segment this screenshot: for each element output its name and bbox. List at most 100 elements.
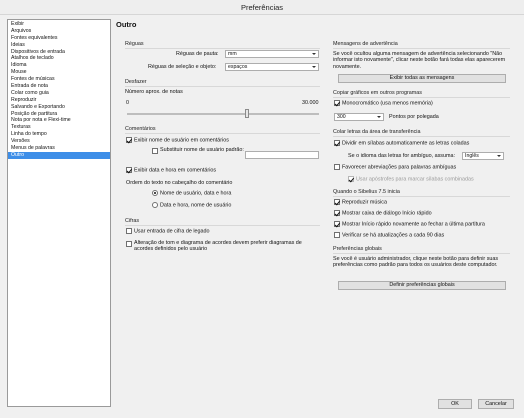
sidebar-item[interactable]: Salvando e Exportando [8, 104, 110, 111]
rulers-group-label: Réguas [125, 41, 144, 47]
slider-thumb[interactable] [245, 109, 250, 118]
sidebar-item[interactable]: Atalhos de teclado [8, 55, 110, 62]
undo-slider[interactable] [127, 109, 319, 119]
sidebar-item[interactable]: Linha do tempo [8, 131, 110, 138]
replace-user-name-option[interactable]: Substituir nome de usuário padrão: [152, 147, 252, 154]
ambiguous-language-select[interactable]: Inglês [462, 152, 504, 160]
sidebar-item[interactable]: Entrada de nota [8, 83, 110, 90]
show-user-name-checkbox[interactable] [126, 137, 132, 143]
sidebar-item[interactable]: Outro [8, 151, 110, 159]
order-radio-1[interactable] [152, 190, 158, 196]
check-updates-option[interactable]: Verificar se há atualizações a cada 90 d… [334, 232, 444, 238]
show-date-time-checkbox[interactable] [126, 167, 132, 173]
favor-abbreviations-label: Favorecer abreviações para palavras ambí… [342, 164, 457, 171]
divider [125, 86, 320, 87]
staff-ruler-select[interactable]: mm [225, 50, 319, 58]
sidebar-item[interactable]: Colar como guia [8, 90, 110, 97]
prefer-user-chords-checkbox[interactable] [126, 241, 132, 247]
sidebar-item[interactable]: Texturas [8, 124, 110, 131]
favor-abbreviations-checkbox[interactable] [334, 164, 340, 170]
play-music-option[interactable]: Reproduzir música [334, 199, 387, 205]
preferences-sidebar[interactable]: Exibir Arquivos Fontes equivalentes Ideias D… [7, 19, 111, 407]
legacy-chord-checkbox[interactable] [126, 228, 132, 234]
show-after-close-option[interactable]: Mostrar Início rápido novamente ao fecha… [334, 221, 485, 227]
order-radio-2[interactable] [152, 202, 158, 208]
chevron-down-icon [377, 116, 381, 118]
apostrophes-label: Usar apóstrofes para marcar sílabas comb… [356, 176, 474, 183]
legacy-chord-option[interactable]: Usar entrada de cifra de legado [126, 228, 210, 234]
cancel-button[interactable]: Cancelar [478, 399, 514, 409]
show-quickstart-checkbox[interactable] [334, 210, 340, 216]
show-quickstart-label: Mostrar caixa de diálogo Início rápido [342, 210, 432, 217]
split-syllables-label: Dividir em sílabas automaticamente as le… [342, 140, 470, 147]
divider [333, 136, 510, 137]
sidebar-item[interactable]: Fontes de músicas [8, 76, 110, 83]
play-music-label: Reproduzir música [342, 199, 387, 206]
page-title: Outro [116, 20, 137, 29]
sidebar-item[interactable]: Dispositivos de entrada [8, 49, 110, 56]
show-after-close-checkbox[interactable] [334, 221, 340, 227]
graphics-group-label: Copiar gráficos em outros programas [333, 90, 422, 96]
divider [125, 225, 320, 226]
replace-user-name-checkbox[interactable] [152, 148, 158, 154]
show-user-name-option[interactable]: Exibir nome de usuário em comentários [126, 137, 229, 143]
show-user-name-label: Exibir nome de usuário em comentários [134, 137, 229, 144]
sidebar-item[interactable]: Nota por nota e Flexi-time [8, 117, 110, 124]
selection-ruler-select[interactable]: espaços [225, 63, 319, 71]
order-option-date-first[interactable]: Data e hora, nome de usuário [152, 202, 231, 208]
order-option-1-label: Nome de usuário, data e hora [160, 190, 232, 197]
show-after-close-label: Mostrar Início rápido novamente ao fecha… [342, 221, 485, 228]
sidebar-item[interactable]: Arquivos [8, 28, 110, 35]
slider-track [127, 113, 319, 115]
ambiguous-language-value: Inglês [465, 153, 479, 159]
split-syllables-checkbox[interactable] [334, 140, 340, 146]
legacy-chord-label: Usar entrada de cifra de legado [134, 228, 210, 235]
global-group-label: Preferências globais [333, 246, 382, 252]
undo-steps-label: Número aprox. de notas [125, 89, 183, 95]
sidebar-item[interactable]: Reproduzir [8, 97, 110, 104]
chevron-down-icon [312, 53, 316, 55]
lyrics-group-label: Colar letras da área de transferência [333, 129, 421, 135]
ok-button[interactable]: OK [438, 399, 472, 409]
split-syllables-option[interactable]: Dividir em sílabas automaticamente as le… [334, 140, 469, 146]
order-option-name-first[interactable]: Nome de usuário, data e hora [152, 190, 231, 196]
show-quickstart-option[interactable]: Mostrar caixa de diálogo Início rápido [334, 210, 432, 216]
show-date-time-option[interactable]: Exibir data e hora em comentários [126, 167, 216, 173]
divider [125, 133, 320, 134]
chevron-down-icon [497, 155, 501, 157]
monochrome-checkbox[interactable] [334, 100, 340, 106]
sidebar-item[interactable]: Exibir [8, 21, 110, 28]
undo-max-label: 30.000 [302, 100, 319, 106]
chevron-down-icon [312, 66, 316, 68]
monochrome-option[interactable]: Monocromático (usa menos memória) [334, 100, 433, 106]
sidebar-item[interactable]: Ideias [8, 42, 110, 49]
selection-ruler-label: Réguas de seleção e objeto: [148, 64, 217, 70]
sidebar-item[interactable]: Fontes equivalentes [8, 35, 110, 42]
dpi-value: 300 [337, 114, 346, 120]
divider [333, 196, 510, 197]
divider [333, 48, 510, 49]
apostrophes-option[interactable]: Usar apóstrofes para marcar sílabas comb… [348, 176, 474, 182]
replace-user-name-input[interactable] [245, 151, 319, 159]
sidebar-item[interactable]: Menus de palavras [8, 145, 110, 152]
sidebar-item[interactable]: Versões [8, 138, 110, 145]
prefer-user-chords-option[interactable]: Alteração de tom e diagrama de acordes d… [126, 240, 318, 253]
divider [125, 48, 320, 49]
dpi-select[interactable]: 300 [334, 113, 384, 121]
staff-ruler-label: Réguas de pauta: [176, 51, 219, 57]
sidebar-item[interactable]: Idioma [8, 62, 110, 69]
apostrophes-checkbox[interactable] [348, 176, 354, 182]
check-updates-checkbox[interactable] [334, 232, 340, 238]
show-all-messages-button[interactable]: Exibir todas as mensagens [338, 74, 506, 83]
divider [333, 97, 510, 98]
chords-group-label: Cifras [125, 218, 140, 224]
favor-abbreviations-option[interactable]: Favorecer abreviações para palavras ambí… [334, 164, 456, 170]
show-date-time-label: Exibir data e hora em comentários [134, 167, 217, 174]
sidebar-item[interactable]: Mouse [8, 69, 110, 76]
set-global-preferences-button[interactable]: Definir preferências globais [338, 281, 506, 290]
header-order-label: Ordem do texto no cabeçalho do comentári… [126, 180, 233, 186]
sidebar-item[interactable]: Posição de partitura [8, 111, 110, 118]
divider [333, 253, 510, 254]
monochrome-label: Monocromático (usa menos memória) [342, 100, 433, 107]
play-music-checkbox[interactable] [334, 199, 340, 205]
